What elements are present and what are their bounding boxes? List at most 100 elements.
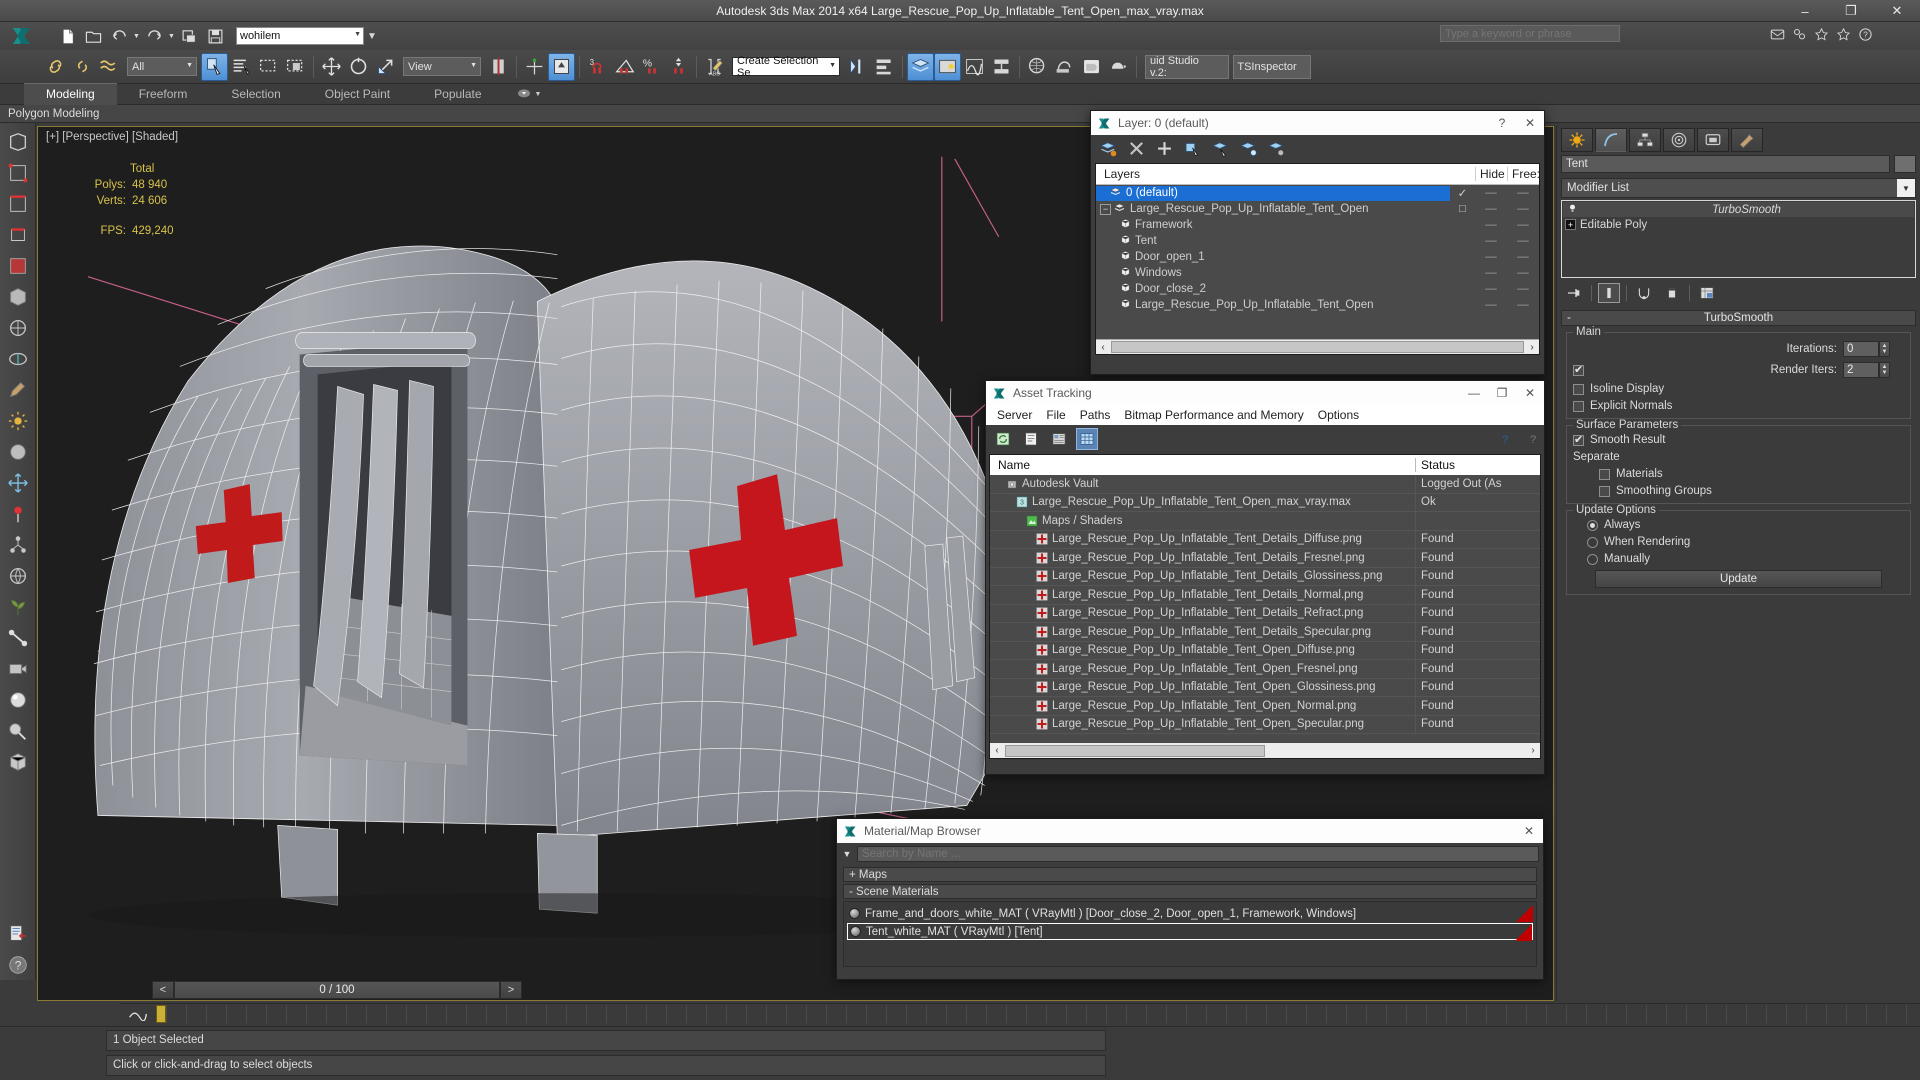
matbrowser-search-input[interactable] xyxy=(857,846,1539,862)
time-slider-frame-readout[interactable]: 0 / 100 xyxy=(174,981,500,999)
pin-stack-icon[interactable] xyxy=(1563,283,1585,303)
generate-topology-icon[interactable] xyxy=(3,313,33,343)
named-selection-set-combo[interactable]: Create Selection Se ▼ xyxy=(732,55,840,79)
asset-row[interactable]: Large_Rescue_Pop_Up_Inflatable_Tent_Open… xyxy=(990,660,1540,679)
layer-manager-icon[interactable] xyxy=(907,52,934,81)
sphere-primitive-icon[interactable] xyxy=(3,437,33,467)
element-subobject-icon[interactable] xyxy=(3,282,33,312)
open-mini-curve-editor-icon[interactable] xyxy=(120,1007,156,1021)
time-slider-next-button[interactable]: > xyxy=(500,981,522,999)
layer-properties-icon[interactable] xyxy=(1265,137,1287,159)
minimize-button[interactable]: – xyxy=(1782,0,1828,22)
asset-row-name-cell[interactable]: Large_Rescue_Pop_Up_Inflatable_Tent_Deta… xyxy=(990,607,1415,619)
question-mark-icon[interactable]: ? xyxy=(3,950,33,980)
asset-row[interactable]: 3 Large_Rescue_Pop_Up_Inflatable_Tent_Ope… xyxy=(990,493,1540,512)
swift-loop-icon[interactable] xyxy=(3,344,33,374)
tab-modify[interactable] xyxy=(1595,128,1627,152)
redo-icon[interactable] xyxy=(141,24,167,48)
field-isoline-display[interactable]: Isoline Display xyxy=(1573,383,1904,395)
vertex-subobject-icon[interactable] xyxy=(3,158,33,188)
spinner-arrows-icon[interactable]: ▲ ▼ xyxy=(1879,341,1890,357)
layer-list[interactable]: Layers Hide Free: 0 (default) ✓ — — − Large_R… xyxy=(1095,163,1540,355)
layer-hide-toggle[interactable]: — xyxy=(1475,235,1507,247)
communication-center-icon[interactable] xyxy=(1767,24,1787,44)
filter-chevron-icon[interactable]: ▼ xyxy=(841,849,853,859)
layer-freeze-toggle[interactable]: — xyxy=(1507,203,1539,215)
isoline-display-checkbox[interactable] xyxy=(1573,383,1584,395)
tab-hierarchy[interactable] xyxy=(1629,128,1661,152)
layer-freeze-toggle[interactable]: — xyxy=(1507,251,1539,263)
asset-row[interactable]: Large_Rescue_Pop_Up_Inflatable_Tent_Deta… xyxy=(990,549,1540,568)
matbrowser-close-button[interactable]: ✕ xyxy=(1515,819,1543,843)
favorites-icon[interactable] xyxy=(1833,24,1853,44)
layer-hide-toggle[interactable]: — xyxy=(1475,299,1507,311)
object-color-swatch[interactable] xyxy=(1894,155,1916,173)
tab-object-paint[interactable]: Object Paint xyxy=(303,84,412,105)
move-tool-icon[interactable] xyxy=(3,468,33,498)
layer-row[interactable]: Tent — — xyxy=(1096,233,1539,249)
curve-editor-icon[interactable] xyxy=(961,53,988,81)
show-end-result-icon[interactable] xyxy=(1598,283,1620,303)
window-crossing-icon[interactable] xyxy=(282,53,309,81)
workspace-more-icon[interactable]: ▼ xyxy=(364,31,380,42)
time-slider[interactable]: < 0 / 100 > xyxy=(152,980,522,1000)
scene-materials-list[interactable]: Frame_and_doors_white_MAT ( VRayMtl ) [D… xyxy=(843,901,1537,967)
track-bar-key[interactable] xyxy=(156,1004,166,1023)
make-unique-icon[interactable] xyxy=(1633,283,1655,303)
material-item-tent-white[interactable]: Tent_white_MAT ( VRayMtl ) [Tent] xyxy=(847,923,1533,941)
field-update-manually[interactable]: Manually xyxy=(1573,553,1904,565)
tab-freeform[interactable]: Freeform xyxy=(117,84,210,105)
layer-row-name-cell[interactable]: Door_close_2 xyxy=(1096,282,1450,296)
asset-row[interactable]: Large_Rescue_Pop_Up_Inflatable_Tent_Deta… xyxy=(990,623,1540,642)
iterations-input[interactable] xyxy=(1843,341,1879,357)
update-manually-radio[interactable] xyxy=(1587,553,1598,565)
set-project-folder-icon[interactable] xyxy=(176,24,202,48)
tab-populate[interactable]: Populate xyxy=(412,84,503,105)
sun-light-icon[interactable] xyxy=(3,406,33,436)
border-subobject-icon[interactable] xyxy=(3,220,33,250)
asset-row[interactable]: Large_Rescue_Pop_Up_Inflatable_Tent_Deta… xyxy=(990,604,1540,623)
hierarchy-icon[interactable] xyxy=(3,530,33,560)
layer-hscrollbar[interactable]: ‹ › xyxy=(1096,339,1539,354)
bind-to-space-warp-icon[interactable] xyxy=(96,53,123,81)
material-map-browser-dialog[interactable]: Material/Map Browser ✕ ▼ + Maps - Scene … xyxy=(836,818,1544,980)
select-and-move-icon[interactable] xyxy=(318,53,345,81)
layer-current-toggle[interactable]: □ xyxy=(1450,203,1475,215)
material-editor-icon[interactable] xyxy=(1024,53,1051,81)
tab-selection[interactable]: Selection xyxy=(209,84,302,105)
layer-row[interactable]: 0 (default) ✓ — — xyxy=(1096,185,1539,201)
update-button[interactable]: Update xyxy=(1595,570,1882,588)
snaps-toggle-icon[interactable]: 3 xyxy=(584,53,611,81)
modifier-list-dropdown[interactable]: Modifier List ▼ xyxy=(1561,178,1916,198)
render-setup-icon[interactable] xyxy=(1051,53,1078,81)
select-and-link-icon[interactable] xyxy=(42,53,69,81)
layer-expander-icon[interactable]: − xyxy=(1100,203,1111,215)
subscription-icon[interactable] xyxy=(1811,24,1831,44)
max-logo-icon[interactable] xyxy=(0,22,44,50)
layer-row-name-cell[interactable]: Tent xyxy=(1096,234,1450,248)
select-and-scale-icon[interactable] xyxy=(372,53,399,81)
asset-row[interactable]: Maps / Shaders xyxy=(990,512,1540,531)
list-view-icon[interactable] xyxy=(1020,428,1042,450)
render-iters-checkbox[interactable] xyxy=(1573,363,1584,376)
expand-icon[interactable]: + xyxy=(1565,219,1576,230)
scroll-left-icon[interactable]: ‹ xyxy=(1096,342,1110,353)
layer-freeze-toggle[interactable]: — xyxy=(1507,235,1539,247)
camera-icon[interactable] xyxy=(3,654,33,684)
layer-row-name-cell[interactable]: Windows xyxy=(1096,266,1450,280)
plugin-tab-tsinspector[interactable]: TSInspector xyxy=(1233,54,1311,79)
workspace-combo[interactable]: wohilem ▼ xyxy=(236,27,364,45)
configure-modifier-sets-icon[interactable] xyxy=(1696,283,1718,303)
asset-menu-file[interactable]: File xyxy=(1039,408,1072,422)
asset-row-name-cell[interactable]: Large_Rescue_Pop_Up_Inflatable_Tent_Open… xyxy=(990,644,1415,656)
layer-row[interactable]: Windows — — xyxy=(1096,265,1539,281)
time-slider-prev-button[interactable]: < xyxy=(152,981,174,999)
object-name-input[interactable] xyxy=(1561,155,1890,173)
asset-menu-paths[interactable]: Paths xyxy=(1073,408,1118,422)
asset-row-name-cell[interactable]: Large_Rescue_Pop_Up_Inflatable_Tent_Open… xyxy=(990,700,1415,712)
mirror-icon[interactable] xyxy=(844,53,871,81)
field-update-when-rendering[interactable]: When Rendering xyxy=(1573,536,1904,548)
undo-dropdown-caret[interactable]: ▼ xyxy=(132,33,141,40)
chevron-down-icon[interactable]: ▼ xyxy=(1897,179,1915,197)
render-iters-spinner[interactable]: ▲▼ xyxy=(1843,362,1890,378)
